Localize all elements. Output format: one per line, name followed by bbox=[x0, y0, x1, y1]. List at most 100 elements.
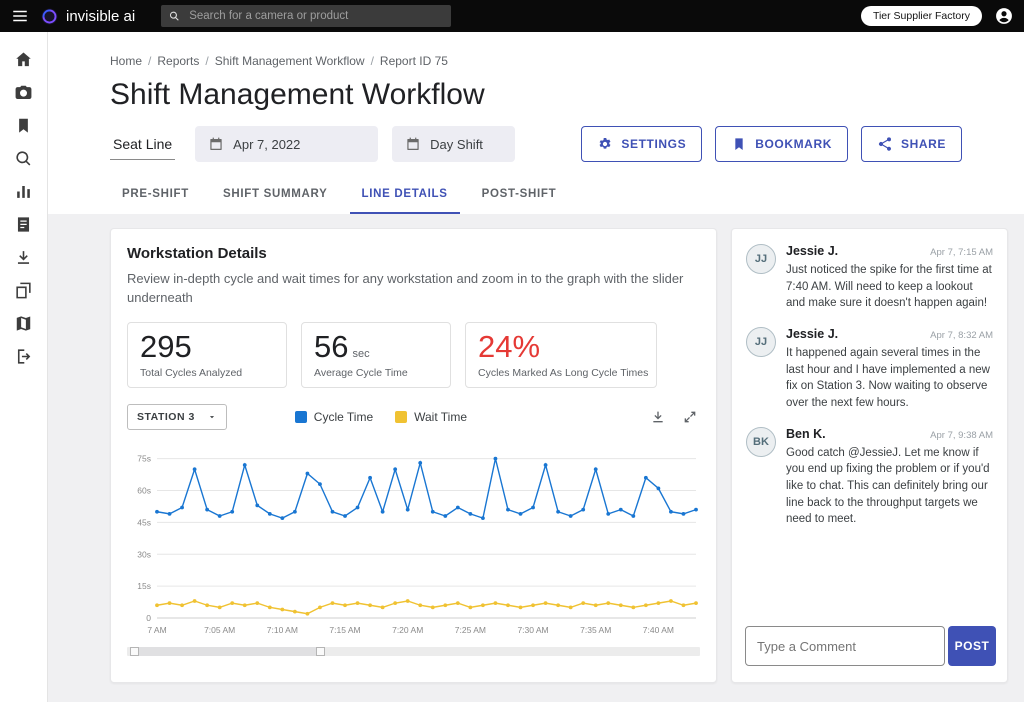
logo-icon bbox=[40, 7, 59, 26]
breadcrumb-workflow[interactable]: Shift Management Workflow bbox=[215, 54, 365, 68]
comment-input[interactable] bbox=[745, 626, 945, 666]
breadcrumb-report-id: Report ID 75 bbox=[380, 54, 448, 68]
comment-body: Jessie J. Apr 7, 8:32 AM It happened aga… bbox=[786, 327, 993, 412]
topbar-right: Tier Supplier Factory bbox=[861, 6, 1014, 26]
sidebar bbox=[0, 32, 48, 702]
topbar: invisible ai Tier Supplier Factory bbox=[0, 0, 1024, 32]
camera-icon[interactable] bbox=[14, 83, 33, 102]
comment-input-row: POST bbox=[732, 614, 1007, 682]
svg-text:75s: 75s bbox=[137, 453, 151, 463]
breadcrumb-separator: / bbox=[148, 54, 151, 68]
breadcrumb-reports[interactable]: Reports bbox=[157, 54, 199, 68]
search-input[interactable] bbox=[181, 10, 451, 22]
tab-pre-shift[interactable]: PRE-SHIFT bbox=[110, 178, 201, 214]
home-icon[interactable] bbox=[14, 50, 33, 69]
legend-wait-time: Wait Time bbox=[395, 410, 467, 424]
svg-text:7:20 AM: 7:20 AM bbox=[392, 625, 423, 635]
account-icon[interactable] bbox=[994, 6, 1014, 26]
comments-panel: JJ Jessie J. Apr 7, 7:15 AM Just noticed… bbox=[731, 228, 1008, 683]
svg-text:60s: 60s bbox=[137, 485, 151, 495]
breadcrumb-separator: / bbox=[371, 54, 374, 68]
comment-author: Jessie J. bbox=[786, 327, 838, 341]
gear-icon bbox=[597, 136, 613, 152]
comment-timestamp: Apr 7, 8:32 AM bbox=[930, 330, 993, 341]
global-search bbox=[161, 5, 451, 27]
filter-row: Seat Line Apr 7, 2022 Day Shift bbox=[110, 126, 1008, 162]
stat-row: 295 Total Cycles Analyzed 56 sec Average… bbox=[127, 322, 700, 388]
tab-shift-summary[interactable]: SHIFT SUMMARY bbox=[211, 178, 340, 214]
chart-toolbar bbox=[650, 409, 700, 425]
slider-selected-range[interactable] bbox=[130, 647, 319, 656]
avatar: JJ bbox=[746, 244, 776, 274]
breadcrumb-home[interactable]: Home bbox=[110, 54, 142, 68]
svg-text:30s: 30s bbox=[137, 549, 151, 559]
report-icon[interactable] bbox=[14, 215, 33, 234]
date-picker[interactable]: Apr 7, 2022 bbox=[195, 126, 378, 162]
svg-text:7:10 AM: 7:10 AM bbox=[267, 625, 298, 635]
svg-text:7:15 AM: 7:15 AM bbox=[329, 625, 360, 635]
bookmark-icon bbox=[731, 136, 747, 152]
slider-handle-left[interactable] bbox=[130, 647, 139, 656]
svg-text:7:35 AM: 7:35 AM bbox=[580, 625, 611, 635]
stat-label: Average Cycle Time bbox=[314, 367, 438, 379]
image-search-icon[interactable] bbox=[14, 149, 33, 168]
chart-legend: Cycle Time Wait Time bbox=[295, 410, 467, 424]
stat-label: Cycles Marked As Long Cycle Times bbox=[478, 367, 644, 379]
stat-value: 24 bbox=[478, 329, 512, 365]
comment-text: It happened again several times in the l… bbox=[786, 345, 993, 412]
slider-handle-right[interactable] bbox=[316, 647, 325, 656]
tab-line-details[interactable]: LINE DETAILS bbox=[350, 178, 460, 214]
menu-icon[interactable] bbox=[10, 6, 30, 26]
chevron-down-icon bbox=[207, 412, 217, 422]
page-title: Shift Management Workflow bbox=[110, 78, 1008, 112]
svg-text:7:40 AM: 7:40 AM bbox=[643, 625, 674, 635]
comment-author: Ben K. bbox=[786, 427, 826, 441]
tab-post-shift[interactable]: POST-SHIFT bbox=[470, 178, 569, 214]
comments-list: JJ Jessie J. Apr 7, 7:15 AM Just noticed… bbox=[732, 229, 1007, 614]
calendar-icon bbox=[405, 136, 421, 152]
stat-value: 56 bbox=[314, 329, 348, 365]
tab-bar: PRE-SHIFT SHIFT SUMMARY LINE DETAILS POS… bbox=[110, 178, 1008, 214]
svg-text:45s: 45s bbox=[137, 517, 151, 527]
comment: JJ Jessie J. Apr 7, 7:15 AM Just noticed… bbox=[746, 244, 993, 312]
cycle-time-swatch bbox=[295, 411, 307, 423]
bookmark-button[interactable]: BOOKMARK bbox=[715, 126, 848, 162]
shift-picker[interactable]: Day Shift bbox=[392, 126, 515, 162]
comment-author: Jessie J. bbox=[786, 244, 838, 258]
share-label: SHARE bbox=[901, 137, 946, 151]
exit-icon[interactable] bbox=[14, 347, 33, 366]
comment-text: Just noticed the spike for the first tim… bbox=[786, 262, 993, 312]
chart-controls: STATION 3 Cycle Time Wait Time bbox=[127, 404, 700, 430]
page-header: Home / Reports / Shift Management Workfl… bbox=[48, 32, 1024, 214]
brand-logo[interactable]: invisible ai bbox=[40, 7, 135, 26]
download-icon[interactable] bbox=[14, 248, 33, 267]
breadcrumb: Home / Reports / Shift Management Workfl… bbox=[110, 54, 1008, 68]
search-icon bbox=[168, 10, 181, 23]
comment-timestamp: Apr 7, 7:15 AM bbox=[930, 247, 993, 258]
station-selector[interactable]: STATION 3 bbox=[127, 404, 227, 430]
expand-chart-icon[interactable] bbox=[682, 409, 698, 425]
stat-unit: sec bbox=[352, 348, 369, 360]
cycle-time-chart[interactable]: 015s30s45s60s75s7 AM7:05 AM7:10 AM7:15 A… bbox=[127, 440, 700, 638]
chart-zoom-slider[interactable] bbox=[127, 647, 700, 656]
bookmark-icon[interactable] bbox=[14, 116, 33, 135]
post-button[interactable]: POST bbox=[948, 626, 996, 666]
avatar: BK bbox=[746, 427, 776, 457]
comment-timestamp: Apr 7, 9:38 AM bbox=[930, 430, 993, 441]
legend-cycle-time: Cycle Time bbox=[295, 410, 373, 424]
factory-chip[interactable]: Tier Supplier Factory bbox=[861, 6, 982, 26]
card-title: Workstation Details bbox=[127, 245, 700, 262]
legend-label: Wait Time bbox=[414, 410, 467, 424]
line-select[interactable]: Seat Line bbox=[110, 128, 175, 160]
share-button[interactable]: SHARE bbox=[861, 126, 962, 162]
download-chart-icon[interactable] bbox=[650, 409, 666, 425]
map-icon[interactable] bbox=[14, 314, 33, 333]
settings-button[interactable]: SETTINGS bbox=[581, 126, 702, 162]
analytics-icon[interactable] bbox=[14, 182, 33, 201]
settings-label: SETTINGS bbox=[621, 137, 686, 151]
comment-text: Good catch @JessieJ. Let me know if you … bbox=[786, 445, 993, 528]
compare-icon[interactable] bbox=[14, 281, 33, 300]
svg-text:7:05 AM: 7:05 AM bbox=[204, 625, 235, 635]
main-content: Home / Reports / Shift Management Workfl… bbox=[48, 32, 1024, 702]
station-value: STATION 3 bbox=[137, 411, 195, 423]
